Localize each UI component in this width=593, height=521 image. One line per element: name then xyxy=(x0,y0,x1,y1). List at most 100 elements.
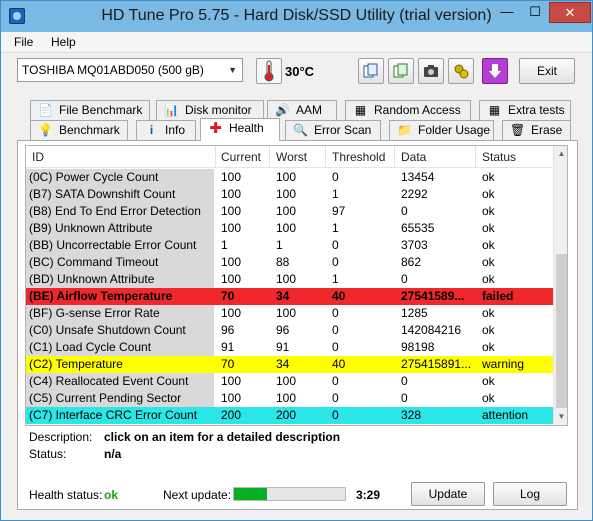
error-scan-icon: 🔍 xyxy=(293,123,308,137)
table-row[interactable]: (C0) Unsafe Shutdown Count 96 96 0 142084216… xyxy=(26,322,554,339)
cell-status: ok xyxy=(482,340,495,354)
table-row[interactable]: (C1) Load Cycle Count 91 91 0 98198 ok xyxy=(26,339,554,356)
cell-worst: 88 xyxy=(276,255,290,269)
table-row[interactable]: (0C) Power Cycle Count 100 100 0 13454 ok xyxy=(26,169,554,186)
copy-info-button[interactable] xyxy=(358,58,384,84)
tab-benchmark[interactable]: 💡 Benchmark xyxy=(30,120,128,140)
tab-random-access[interactable]: ▦ Random Access xyxy=(345,100,471,120)
cell-id: (C4) Reallocated Event Count xyxy=(26,373,214,390)
column-header-threshold[interactable]: Threshold xyxy=(332,150,385,164)
tab-label: Benchmark xyxy=(59,123,120,137)
cell-data: 3703 xyxy=(401,238,428,252)
tab-extra-tests[interactable]: ▦ Extra tests xyxy=(479,100,571,120)
cell-worst: 96 xyxy=(276,323,290,337)
table-row[interactable]: (B9) Unknown Attribute 100 100 1 65535 ok xyxy=(26,220,554,237)
column-separator xyxy=(215,146,216,168)
cell-current: 100 xyxy=(221,187,242,201)
column-header-worst[interactable]: Worst xyxy=(276,150,307,164)
minimize-button[interactable]: — xyxy=(493,2,521,23)
table-row[interactable]: (BB) Uncorrectable Error Count 1 1 0 3703 ok xyxy=(26,237,554,254)
health-status-value: ok xyxy=(104,488,119,502)
tab-file-benchmark[interactable]: 📄 File Benchmark xyxy=(30,100,150,120)
cell-data: 142084216 xyxy=(401,323,462,337)
scroll-down-icon[interactable]: ▼ xyxy=(554,409,567,425)
cell-id: (C0) Unsafe Shutdown Count xyxy=(26,322,214,339)
table-row[interactable]: (BD) Unknown Attribute 100 100 1 0 ok xyxy=(26,271,554,288)
tab-disk-monitor[interactable]: 📊 Disk monitor xyxy=(156,100,264,120)
table-row[interactable]: (C4) Reallocated Event Count 100 100 0 0 ok xyxy=(26,373,554,390)
disk-monitor-icon: 📊 xyxy=(164,103,179,117)
cell-worst: 34 xyxy=(276,357,290,371)
tab-aam[interactable]: 🔊 AAM xyxy=(267,100,337,120)
close-button[interactable]: ✕ xyxy=(549,2,591,23)
cell-worst: 100 xyxy=(276,306,297,320)
cell-id: (C7) Interface CRC Error Count xyxy=(26,407,214,424)
cell-worst: 100 xyxy=(276,374,297,388)
exit-button[interactable]: Exit xyxy=(519,58,575,84)
cell-current: 100 xyxy=(221,255,242,269)
cell-status: failed xyxy=(482,289,514,303)
column-header-current[interactable]: Current xyxy=(221,150,261,164)
update-button[interactable]: Update xyxy=(411,482,485,506)
column-header-status[interactable]: Status xyxy=(482,150,516,164)
table-row[interactable]: (C7) Interface CRC Error Count 200 200 0 328… xyxy=(26,407,554,424)
cell-current: 100 xyxy=(221,221,242,235)
copy-screen-button[interactable] xyxy=(388,58,414,84)
cell-current: 91 xyxy=(221,340,235,354)
column-header-id[interactable]: ID xyxy=(32,150,44,164)
table-row[interactable]: (C2) Temperature 70 34 40 275415891... warnin… xyxy=(26,356,554,373)
tab-info[interactable]: i Info xyxy=(136,120,196,140)
table-row[interactable]: (B8) End To End Error Detection 100 100 97 0… xyxy=(26,203,554,220)
table-row[interactable]: (BC) Command Timeout 100 88 0 862 ok xyxy=(26,254,554,271)
cell-current: 100 xyxy=(221,306,242,320)
cell-threshold: 0 xyxy=(332,238,339,252)
cell-data: 0 xyxy=(401,204,408,218)
cell-threshold: 1 xyxy=(332,221,339,235)
maximize-button[interactable]: ☐ xyxy=(522,2,548,23)
cell-current: 100 xyxy=(221,374,242,388)
cell-threshold: 0 xyxy=(332,255,339,269)
tab-folder-usage[interactable]: 📁 Folder Usage xyxy=(389,120,494,140)
save-button[interactable] xyxy=(482,58,508,84)
scroll-up-icon[interactable]: ▲ xyxy=(554,146,567,162)
cell-id: (BC) Command Timeout xyxy=(26,254,214,271)
cell-data: 13454 xyxy=(401,170,435,184)
cell-data: 27541589... xyxy=(401,289,465,303)
next-update-progress xyxy=(233,487,346,501)
scrollbar-thumb[interactable] xyxy=(556,254,567,408)
tab-error-scan[interactable]: 🔍 Error Scan xyxy=(285,120,381,140)
menu-help[interactable]: Help xyxy=(51,35,76,49)
cell-status: ok xyxy=(482,272,495,286)
cell-id: (BF) G-sense Error Rate xyxy=(26,305,214,322)
cell-worst: 100 xyxy=(276,221,297,235)
drive-select[interactable]: TOSHIBA MQ01ABD050 (500 gB) ▼ xyxy=(17,58,243,82)
log-button[interactable]: Log xyxy=(493,482,567,506)
cell-worst: 100 xyxy=(276,187,297,201)
table-row[interactable]: (C5) Current Pending Sector 100 100 0 0 ok xyxy=(26,390,554,407)
title-bar[interactable]: HD Tune Pro 5.75 - Hard Disk/SSD Utility… xyxy=(1,1,592,32)
screenshot-button[interactable] xyxy=(418,58,444,84)
vertical-scrollbar[interactable]: ▲ ▼ xyxy=(553,146,567,425)
cell-worst: 100 xyxy=(276,170,297,184)
cell-data: 0 xyxy=(401,374,408,388)
info-icon: i xyxy=(149,123,154,137)
description-value: click on an item for a detailed descript… xyxy=(104,430,341,444)
health-icon: ✚ xyxy=(209,120,222,137)
tab-erase[interactable]: 🗑 Erase xyxy=(502,120,571,140)
tab-health[interactable]: ✚ Health xyxy=(200,118,280,141)
column-header-data[interactable]: Data xyxy=(401,150,426,164)
cell-threshold: 40 xyxy=(332,357,346,371)
cell-worst: 1 xyxy=(276,238,283,252)
options-button[interactable] xyxy=(448,58,474,84)
table-row[interactable]: (BF) G-sense Error Rate 100 100 0 1285 ok xyxy=(26,305,554,322)
drive-select-value: TOSHIBA MQ01ABD050 (500 gB) xyxy=(22,63,204,77)
table-row[interactable]: (B7) SATA Downshift Count 100 100 1 2292 ok xyxy=(26,186,554,203)
cell-worst: 100 xyxy=(276,391,297,405)
table-row[interactable]: (BE) Airflow Temperature 70 34 40 27541589..… xyxy=(26,288,554,305)
cell-status: ok xyxy=(482,391,495,405)
thermometer-button[interactable] xyxy=(256,58,282,84)
menu-file[interactable]: File xyxy=(14,35,33,49)
smart-attributes-table[interactable]: ID Current Worst Threshold Data Status (… xyxy=(25,145,568,426)
cell-threshold: 1 xyxy=(332,187,339,201)
cell-status: ok xyxy=(482,187,495,201)
